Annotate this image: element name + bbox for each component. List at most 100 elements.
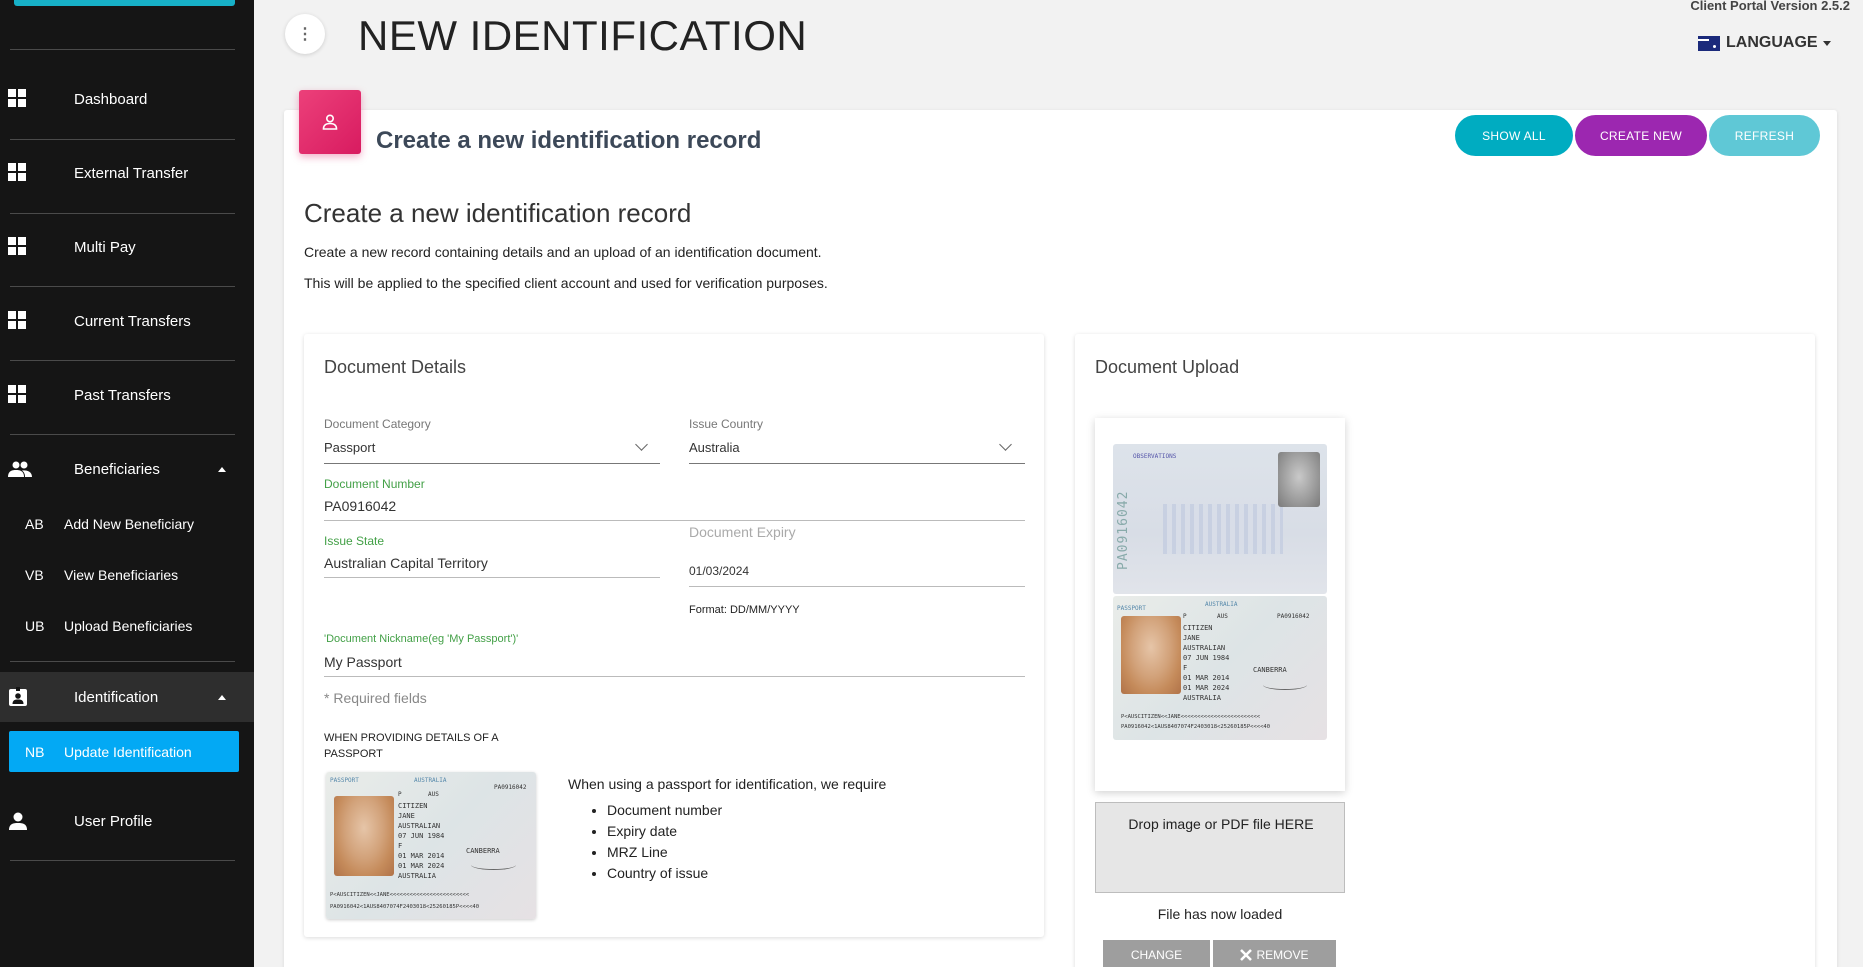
pp-nationality: AUSTRALIAN xyxy=(398,822,441,830)
pp-country: AUSTRALIA xyxy=(414,777,447,784)
sidebar-item-beneficiaries[interactable]: Beneficiaries xyxy=(0,445,254,493)
pp-dob: 07 JUN 1984 xyxy=(1183,654,1230,662)
sidebar-top-button[interactable] xyxy=(14,0,235,6)
change-file-button[interactable]: CHANGE xyxy=(1103,940,1210,967)
sidebar-item-label: User Profile xyxy=(74,812,153,830)
sidebar-item-label: Beneficiaries xyxy=(74,460,160,478)
person-outline-icon xyxy=(322,114,338,130)
more-menu-button[interactable]: ⋮ xyxy=(285,14,325,54)
issue-country-label: Issue Country xyxy=(689,417,764,431)
person-icon xyxy=(9,812,27,830)
dashboard-icon xyxy=(8,311,28,331)
pp-sex: F xyxy=(1183,664,1188,672)
pp-observations: OBSERVATIONS xyxy=(1133,453,1177,460)
passport-example-image: PASSPORT AUSTRALIA PA0916042 P AUS CITIZ… xyxy=(326,772,536,919)
sidebar-item-past-transfers[interactable]: Past Transfers xyxy=(0,371,254,419)
document-expiry-input[interactable]: 01/03/2024 xyxy=(689,564,749,578)
create-new-button[interactable]: CREATE NEW xyxy=(1575,115,1707,156)
pp-mrz-line-1: P<AUSCITIZEN<<JANE<<<<<<<<<<<<<<<<<<<<<<… xyxy=(1121,714,1261,720)
pp-given-name: JANE xyxy=(398,812,415,820)
sidebar-item-dashboard[interactable]: Dashboard xyxy=(0,75,254,123)
id-badge-icon xyxy=(9,687,27,706)
pp-expiry: 01 MAR 2024 xyxy=(398,862,445,870)
divider xyxy=(10,139,235,140)
pp-surname: CITIZEN xyxy=(1183,624,1213,632)
pp-mrz-line-2: PA0916042<1AUS8407074F2403018<25260185P<… xyxy=(1121,724,1271,730)
pp-dob: 07 JUN 1984 xyxy=(398,832,445,840)
passport-heading: PASSPORT xyxy=(324,748,383,760)
sidebar-subitem-upload-beneficiaries[interactable]: UB Upload Beneficiaries xyxy=(0,606,254,646)
pp-code: P xyxy=(1183,613,1187,620)
pp-country-footer: AUSTRALIA xyxy=(1183,694,1221,702)
sidebar-item-label: Current Transfers xyxy=(74,312,191,330)
pp-code: P xyxy=(398,791,402,798)
show-all-button[interactable]: SHOW ALL xyxy=(1455,115,1573,156)
remove-file-button[interactable]: REMOVE xyxy=(1213,940,1336,967)
dashboard-icon xyxy=(8,385,28,405)
more-vert-icon: ⋮ xyxy=(297,26,313,43)
caret-up-icon xyxy=(218,694,226,700)
document-details-title: Document Details xyxy=(324,357,467,377)
sidebar-item-multi-pay[interactable]: Multi Pay xyxy=(0,223,254,271)
document-category-select[interactable]: Passport xyxy=(324,440,375,455)
pp-doc-type: PASSPORT xyxy=(1117,605,1146,612)
passport-preview-bio: PASSPORT AUSTRALIA PA0916042 P AUS CITIZ… xyxy=(1113,596,1327,740)
sidebar-item-label: External Transfer xyxy=(74,164,189,182)
pp-place: CANBERRA xyxy=(466,847,500,855)
issue-state-input[interactable]: Australian Capital Territory xyxy=(324,555,488,571)
pp-expiry: 01 MAR 2024 xyxy=(1183,684,1230,692)
issue-state-label: Issue State xyxy=(324,534,385,548)
dashboard-icon xyxy=(8,89,28,109)
subitem-label: Add New Beneficiary xyxy=(64,516,194,532)
underline xyxy=(324,463,660,464)
document-nickname-input[interactable]: My Passport xyxy=(324,654,402,670)
sidebar-item-label: Past Transfers xyxy=(74,386,171,404)
language-selector[interactable]: LANGUAGE xyxy=(1698,34,1831,52)
sidebar-item-user-profile[interactable]: User Profile xyxy=(0,797,254,845)
sidebar-subitem-update-identification[interactable]: NB Update Identification xyxy=(9,731,239,772)
pp-vertical-number: PA0916042 xyxy=(1116,490,1131,570)
subitem-label: Update Identification xyxy=(64,743,192,760)
signature-image xyxy=(1263,680,1307,690)
pp-sex: F xyxy=(398,842,403,850)
dashboard-icon xyxy=(8,163,28,183)
pp-nationality: AUSTRALIAN xyxy=(1183,644,1226,652)
underline xyxy=(689,463,1025,464)
file-loaded-status: File has now loaded xyxy=(1157,906,1283,922)
divider xyxy=(10,434,235,435)
divider xyxy=(10,860,235,861)
list-item: Document number xyxy=(607,800,722,821)
subitem-label: Upload Beneficiaries xyxy=(64,618,193,634)
date-format-hint: Format: DD/MM/YYYY xyxy=(689,604,800,616)
refresh-button[interactable]: REFRESH xyxy=(1709,115,1820,156)
sidebar-subitem-view-beneficiaries[interactable]: VB View Beneficiaries xyxy=(0,555,254,595)
issue-country-select[interactable]: Australia xyxy=(689,440,740,455)
sidebar-item-label: Multi Pay xyxy=(74,238,136,256)
sidebar-item-external-transfer[interactable]: External Transfer xyxy=(0,149,254,197)
description-text: Create a new record containing details a… xyxy=(304,244,822,260)
pp-mrz-line-2: PA0916042<1AUS8407074F2403018<25260185P<… xyxy=(330,904,480,910)
subitem-abbr: NB xyxy=(25,743,45,760)
divider xyxy=(10,49,235,50)
passport-photo xyxy=(334,796,394,876)
page-title: NEW IDENTIFICATION xyxy=(358,12,808,59)
required-fields-note: * Required fields xyxy=(324,690,427,706)
change-label: CHANGE xyxy=(1130,948,1183,962)
remove-label: REMOVE xyxy=(1256,948,1309,962)
document-number-label: Document Number xyxy=(324,477,425,491)
sidebar-item-label: Dashboard xyxy=(74,90,148,108)
requirement-list: Document number Expiry date MRZ Line Cou… xyxy=(607,800,722,884)
pp-issued: 01 MAR 2014 xyxy=(398,852,445,860)
description-text: This will be applied to the specified cl… xyxy=(304,275,828,291)
list-item: Country of issue xyxy=(607,863,722,884)
pp-country-footer: AUSTRALIA xyxy=(398,872,436,880)
language-label: LANGUAGE xyxy=(1726,34,1818,51)
document-number-input[interactable]: PA0916042 xyxy=(324,498,396,514)
sidebar-item-current-transfers[interactable]: Current Transfers xyxy=(0,297,254,345)
card-header-icon xyxy=(299,90,361,154)
requirement-intro: When using a passport for identification… xyxy=(568,776,887,792)
pp-doc-type: PASSPORT xyxy=(330,777,359,784)
sidebar-subitem-add-new-beneficiary[interactable]: AB Add New Beneficiary xyxy=(0,504,254,544)
file-dropzone[interactable]: Drop image or PDF file HERE xyxy=(1095,802,1345,893)
sidebar-item-identification[interactable]: Identification xyxy=(0,672,254,722)
